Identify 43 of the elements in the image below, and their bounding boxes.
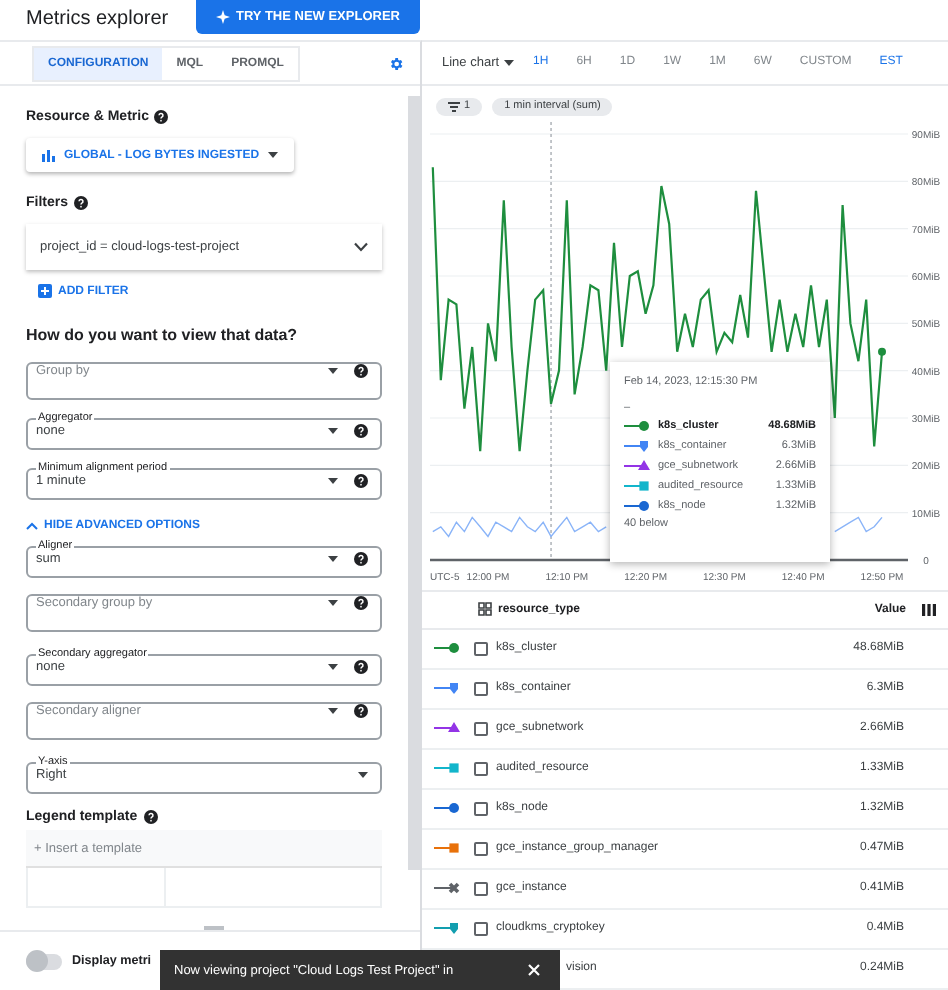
- hover-point: [878, 348, 886, 356]
- caret-icon: [358, 772, 368, 778]
- settings-icon[interactable]: [388, 55, 404, 71]
- help-icon[interactable]: [354, 596, 368, 610]
- close-icon[interactable]: [528, 964, 540, 976]
- help-icon[interactable]: [154, 110, 169, 124]
- caret-icon: [328, 664, 338, 670]
- help-icon[interactable]: [354, 660, 368, 674]
- row-checkbox[interactable]: [474, 721, 488, 736]
- row-checkbox[interactable]: [474, 841, 488, 856]
- columns-icon[interactable]: [922, 603, 936, 616]
- row-checkbox[interactable]: [474, 881, 488, 896]
- group-icon: [478, 602, 492, 617]
- caret-icon: [328, 428, 338, 434]
- section-heading: How do you want to view that data?: [26, 326, 300, 344]
- filter-icon: [448, 101, 460, 112]
- help-icon[interactable]: [354, 364, 368, 378]
- plus-icon: [38, 284, 52, 298]
- caret-icon: [328, 368, 338, 374]
- help-icon[interactable]: [143, 810, 158, 824]
- row-checkbox[interactable]: [474, 681, 488, 696]
- display-metric-toggle[interactable]: [26, 953, 62, 969]
- help-icon[interactable]: [74, 196, 89, 210]
- caret-icon: [328, 478, 338, 484]
- caret-icon: [328, 556, 338, 562]
- caret-icon: [267, 152, 278, 158]
- bar-chart-icon: [42, 149, 56, 161]
- row-checkbox[interactable]: [474, 641, 488, 656]
- row-checkbox[interactable]: [474, 761, 488, 776]
- help-icon[interactable]: [354, 704, 368, 718]
- chevron-icon: [26, 522, 38, 530]
- chevron-down-icon: [354, 242, 368, 252]
- caret-icon: [503, 59, 514, 66]
- sparkle-icon: [216, 10, 230, 24]
- help-icon[interactable]: [354, 474, 368, 488]
- caret-icon: [328, 708, 338, 714]
- page-title: Metrics explorer: [26, 8, 171, 30]
- caret-icon: [328, 600, 338, 606]
- row-checkbox[interactable]: [474, 801, 488, 816]
- row-checkbox[interactable]: [474, 921, 488, 936]
- help-icon[interactable]: [354, 424, 368, 438]
- drag-handle[interactable]: [204, 926, 224, 930]
- help-icon[interactable]: [354, 552, 368, 566]
